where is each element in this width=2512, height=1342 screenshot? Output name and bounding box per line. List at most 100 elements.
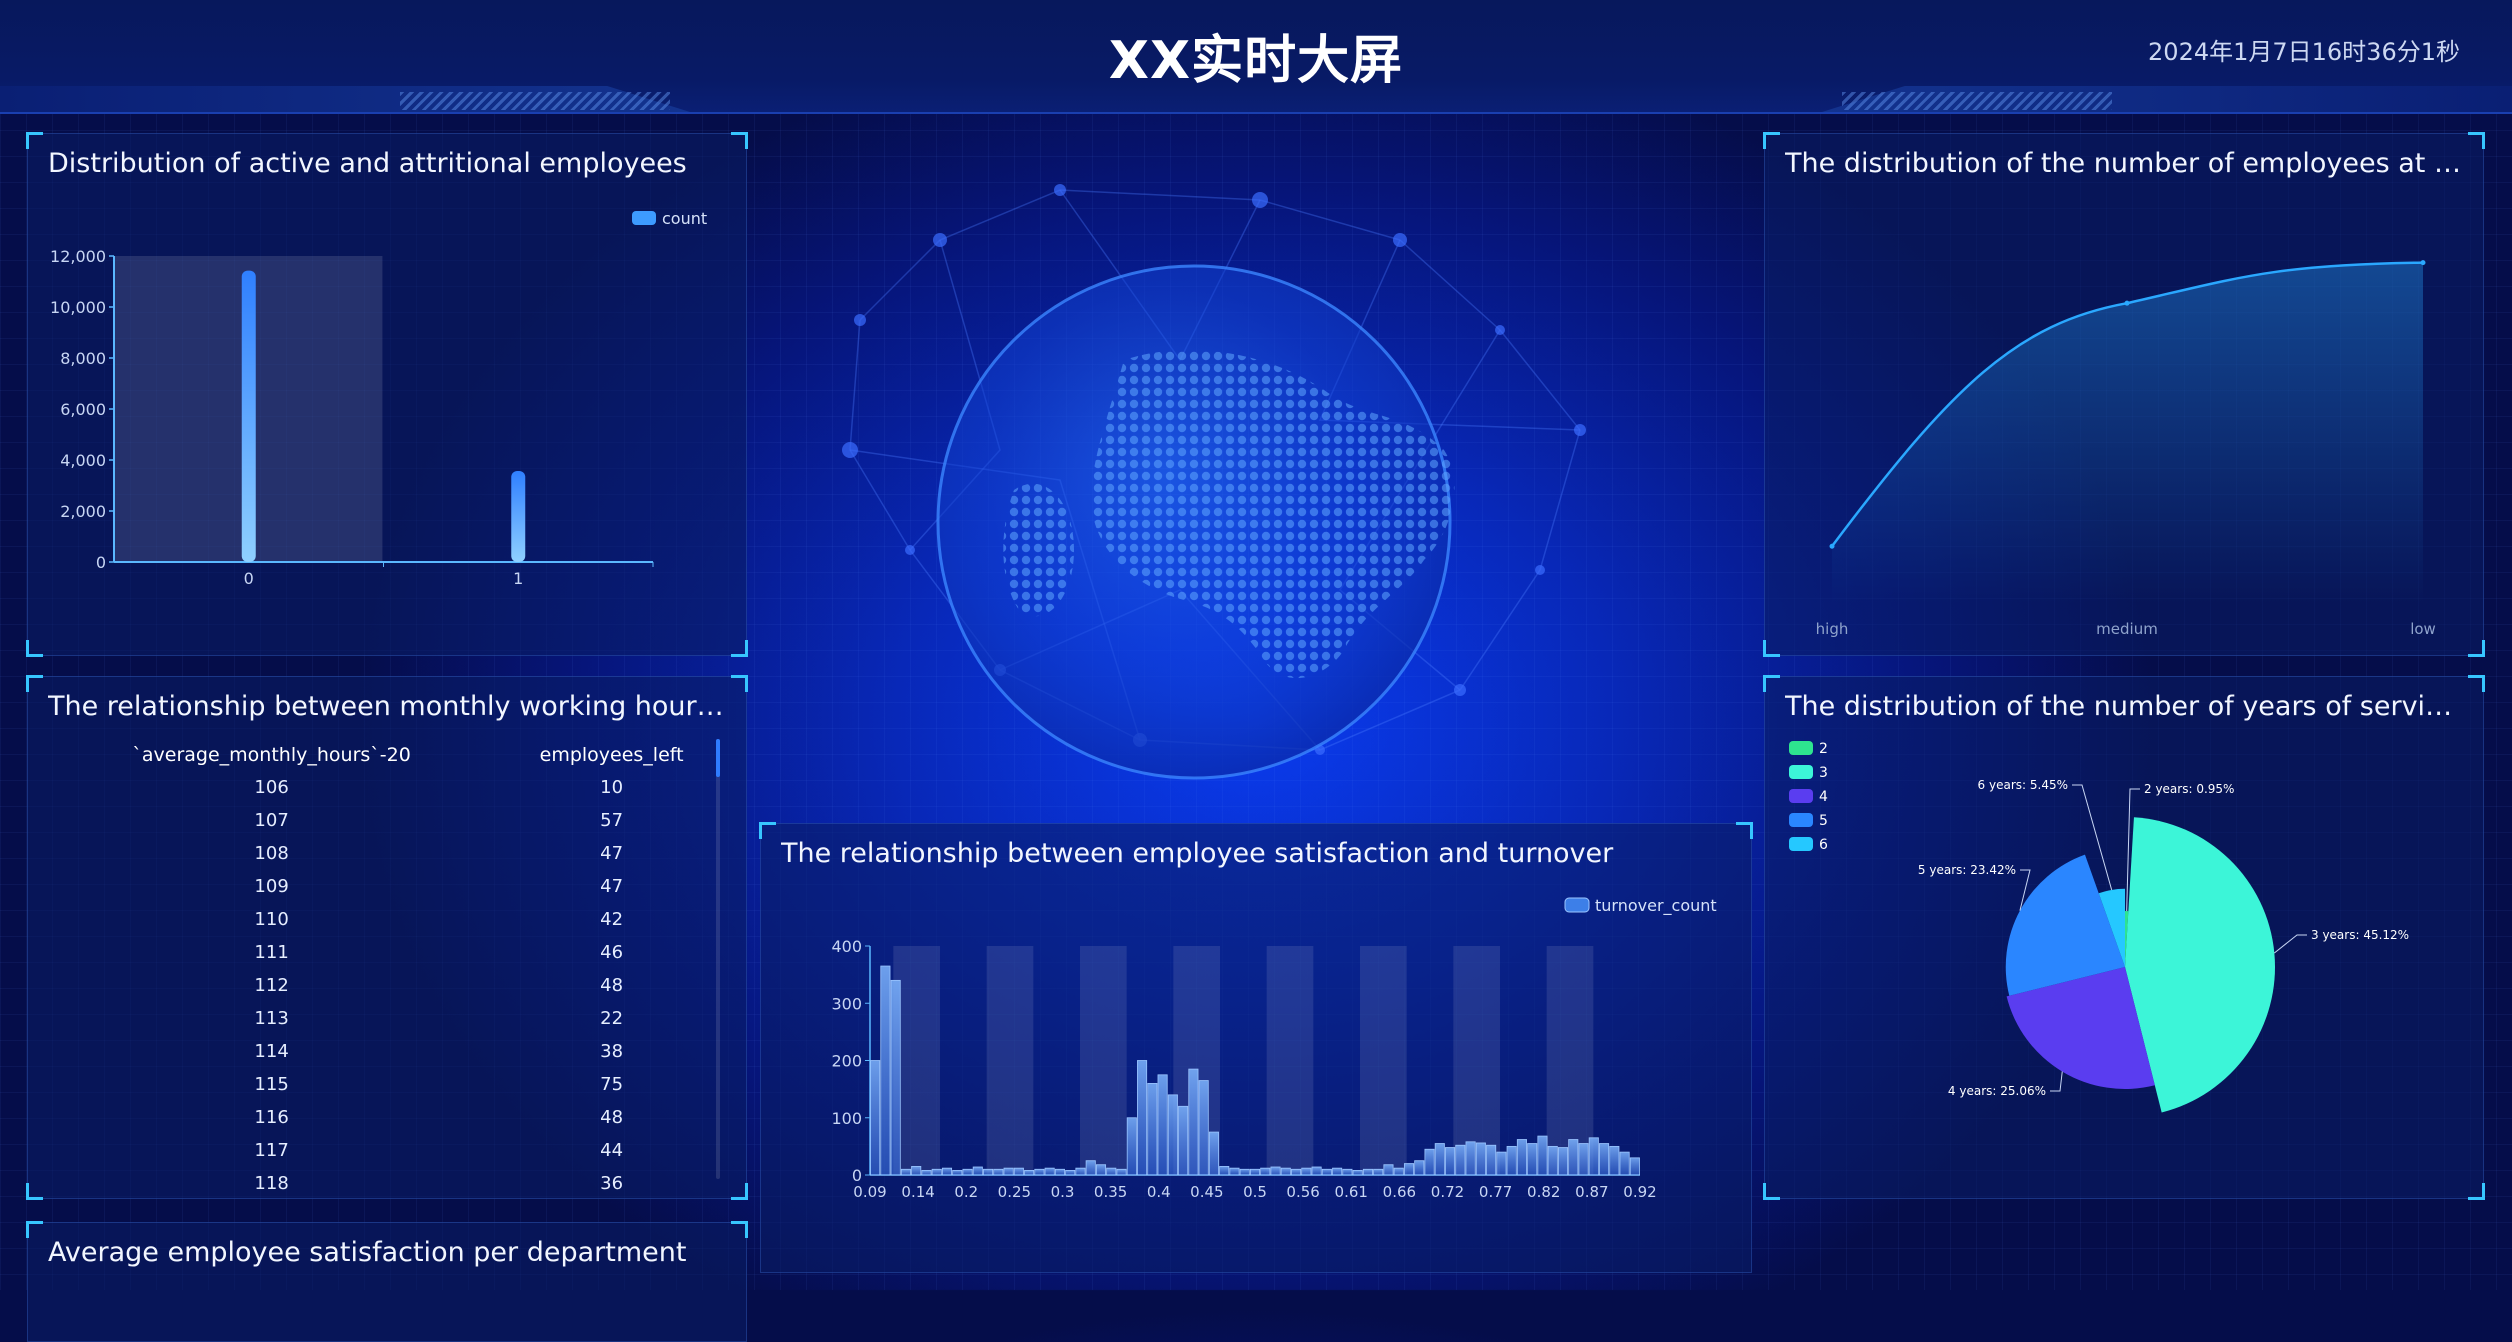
hist-bar xyxy=(1219,1166,1230,1176)
split-area xyxy=(986,946,1034,1175)
satisfaction-turnover-chart: 01002003004000.09 0.14 0.2 0.25 0.3 0.35 0.4 0.… xyxy=(831,896,1716,1201)
table-row: 112 48 xyxy=(48,969,728,1002)
cell-employees-left: 75 xyxy=(600,1074,624,1095)
hist-bar xyxy=(1383,1164,1394,1176)
legend-swatch-3 xyxy=(1789,765,1813,779)
hist-bar xyxy=(1260,1167,1271,1176)
hist-bar xyxy=(983,1168,994,1176)
legend-swatch xyxy=(1564,897,1590,913)
pie-label: 4 years: 25.06% xyxy=(1948,1084,2046,1098)
hist-bar xyxy=(1024,1170,1035,1176)
table-row: 113 22 xyxy=(48,1002,728,1035)
cell-employees-left: 48 xyxy=(600,1107,624,1128)
table-scrollbar-track[interactable] xyxy=(716,739,720,1179)
hist-bar xyxy=(880,965,891,1176)
split-area xyxy=(1360,946,1407,1175)
hist-bar xyxy=(1137,1060,1148,1176)
x-tick-label: low xyxy=(2410,620,2436,638)
hist-bar xyxy=(993,1168,1004,1176)
cell-hours: 108 xyxy=(254,843,289,864)
hist-bar xyxy=(1403,1163,1415,1176)
x-tick-label: 0.92 xyxy=(1623,1183,1656,1201)
hist-bar xyxy=(1527,1143,1538,1176)
table-header: `average_monthly_hours`-20 xyxy=(132,744,411,766)
y-tick-label: 400 xyxy=(831,937,862,956)
cell-hours: 118 xyxy=(254,1173,289,1194)
line-point-low xyxy=(2420,260,2426,266)
y-tick-label: 8,000 xyxy=(60,349,106,368)
hist-bar xyxy=(1414,1160,1425,1176)
hist-bar xyxy=(1013,1167,1024,1176)
hist-bar xyxy=(931,1168,942,1176)
split-area xyxy=(1266,946,1314,1175)
globe-illustration xyxy=(842,184,1586,780)
hours-table-scroll[interactable]: `average_monthly_hours`-20 employees_lef… xyxy=(48,739,738,1219)
cell-hours: 111 xyxy=(254,942,289,963)
split-area xyxy=(1080,946,1127,1175)
panel-title: The relationship between monthly working… xyxy=(48,691,726,722)
legend-swatch-5 xyxy=(1789,813,1813,827)
split-area xyxy=(1453,946,1500,1175)
legend-label: 6 xyxy=(1819,837,1828,853)
cell-hours: 116 xyxy=(254,1107,289,1128)
panel-attrition-chart: Distribution of active and attritional e… xyxy=(26,132,748,657)
hist-bar xyxy=(1054,1168,1065,1176)
cell-hours: 106 xyxy=(254,777,289,798)
table-scrollbar-thumb[interactable] xyxy=(716,739,720,777)
hist-bar xyxy=(1208,1131,1219,1176)
table-row: 117 44 xyxy=(48,1134,728,1167)
bar-count-0 xyxy=(241,270,256,562)
y-tick-label: 10,000 xyxy=(50,298,106,317)
hist-bar xyxy=(1270,1166,1281,1176)
table-header: employees_left xyxy=(539,744,684,766)
hist-bar xyxy=(1557,1147,1569,1176)
y-tick-label: 300 xyxy=(831,994,862,1013)
hist-bar xyxy=(1496,1151,1507,1176)
hist-bar xyxy=(1095,1164,1107,1176)
hist-bar xyxy=(1178,1105,1189,1176)
hist-bar xyxy=(1126,1117,1137,1176)
tenure-pie-chart: 2 3 4 5 6 2 years: 0.95% 3 years: 45.12% 4 year… xyxy=(1789,741,2409,1113)
hist-bar xyxy=(1116,1168,1127,1176)
x-tick-label: 0.25 xyxy=(998,1183,1031,1201)
hist-bar xyxy=(1003,1167,1014,1176)
line-point-medium xyxy=(2124,300,2130,306)
y-tick-label: 100 xyxy=(831,1109,862,1128)
hist-bar xyxy=(1106,1167,1117,1176)
hist-bar xyxy=(1537,1135,1548,1176)
hist-bar xyxy=(1424,1148,1435,1176)
hist-bar xyxy=(1085,1160,1096,1176)
x-tick-label: 0.35 xyxy=(1094,1183,1127,1201)
cell-employees-left: 48 xyxy=(600,975,624,996)
panel-hours-table: The relationship between monthly working… xyxy=(26,675,748,1200)
x-tick-label: 0.09 xyxy=(853,1183,886,1201)
header-bar: XX实时大屏 2024年1月7日16时36分1秒 xyxy=(0,0,2512,114)
hist-bar xyxy=(1239,1168,1250,1176)
pie-label-line xyxy=(2274,934,2307,954)
x-tick-label: 0.61 xyxy=(1335,1183,1368,1201)
pie-label: 2 years: 0.95% xyxy=(2144,782,2234,796)
x-tick-label: 0.3 xyxy=(1051,1183,1075,1201)
hist-bar xyxy=(1229,1167,1240,1176)
cell-employees-left: 46 xyxy=(600,942,624,963)
hist-bar xyxy=(1075,1167,1086,1176)
legend-label: 5 xyxy=(1819,813,1828,829)
legend-swatch-6 xyxy=(1789,837,1813,851)
y-tick-label: 4,000 xyxy=(60,451,106,470)
cell-hours: 110 xyxy=(254,909,289,930)
hist-bar xyxy=(1034,1168,1045,1176)
hist-bar xyxy=(972,1166,983,1176)
hist-bar xyxy=(1188,1068,1199,1176)
salary-line-chart: high medium low xyxy=(1816,260,2436,638)
hist-bar xyxy=(1609,1145,1620,1176)
hist-bar xyxy=(1588,1137,1599,1176)
legend-label: 2 xyxy=(1819,741,1828,757)
hist-bar xyxy=(870,1060,881,1176)
x-tick-label: 0.5 xyxy=(1243,1183,1267,1201)
table-row: 111 46 xyxy=(48,936,728,969)
y-tick-label: 2,000 xyxy=(60,502,106,521)
hist-bar xyxy=(1506,1145,1517,1176)
table-row: 109 47 xyxy=(48,870,728,903)
hist-bar xyxy=(1629,1157,1640,1176)
panel-title: Average employee satisfaction per depart… xyxy=(48,1237,687,1268)
